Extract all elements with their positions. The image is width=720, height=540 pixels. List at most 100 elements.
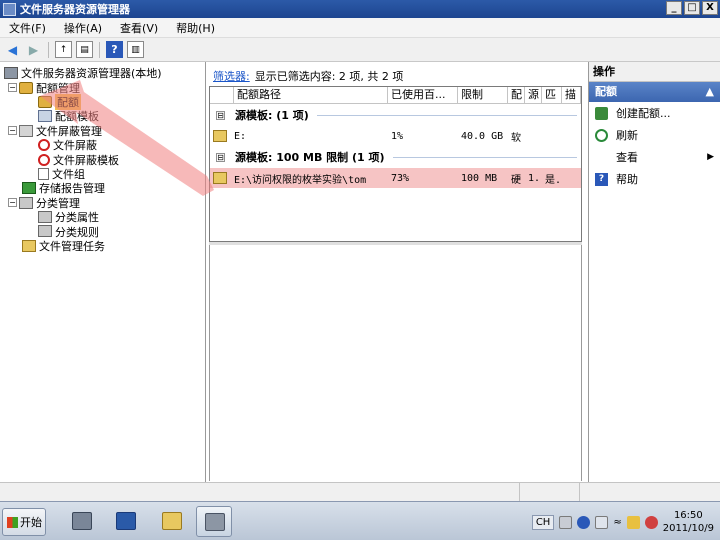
column-header-type[interactable]: 配 [508,87,525,103]
section-label: 配额 [595,85,617,98]
help-icon: ? [595,172,608,186]
tree-label: 文件管理任务 [39,239,105,253]
classification-property-icon [38,211,52,224]
status-bar [0,482,720,501]
close-button[interactable]: X [702,1,718,15]
filter-bar: 筛选器: 显示已筛选内容: 2 项, 共 2 项 [209,66,582,86]
tree-node-storage-reports[interactable]: 存储报告管理 [0,181,205,195]
server-icon [4,67,18,80]
table-row[interactable]: E: 1% 40.0 GB 软 [210,126,581,146]
taskbar-powershell[interactable] [108,506,144,537]
action-create-quota[interactable]: 创建配额... [589,102,720,124]
task-icon [22,239,36,252]
action-refresh[interactable]: 刷新 [589,124,720,146]
action-label: 查看 [616,151,638,164]
options-icon[interactable] [595,515,609,529]
cell-type: 硬 [511,174,521,186]
show-hide-action-pane-icon[interactable]: ▥ [127,41,144,58]
app-icon [3,2,16,16]
tree-node-classification-properties[interactable]: 分类属性 [0,210,205,224]
network-error-icon[interactable] [644,515,658,529]
menu-file[interactable]: 文件(F) [0,20,55,36]
tree-node-root[interactable]: 文件服务器资源管理器(本地) [0,66,205,80]
help-icon[interactable]: ? [106,41,123,58]
collapse-icon[interactable]: ⊟ [216,152,225,162]
quota-icon [38,95,52,108]
group-label: 源模板: 100 MB 限制 (1 项) [235,151,385,164]
tree-node-quota-templates[interactable]: 配额模板 [0,109,205,123]
tree-node-classification-rules[interactable]: 分类规则 [0,224,205,239]
collapse-icon[interactable]: ⊟ [216,110,225,120]
header-spacer [210,87,234,103]
tree-node-file-groups[interactable]: 文件组 [0,167,205,181]
tree-node-file-screen-templates[interactable]: 文件屏蔽模板 [0,152,205,167]
show-hide-tree-icon[interactable]: ▤ [76,41,93,58]
fsrm-icon [205,513,225,531]
tree-node-quotas[interactable]: 配额 [0,93,205,110]
column-header-match[interactable]: 匹 [542,87,562,103]
action-center-icon[interactable] [626,515,640,529]
start-button[interactable]: 开始 [2,508,46,536]
language-indicator[interactable]: CH [531,514,555,530]
column-header-used[interactable]: 已使用百... [388,87,458,103]
menu-bar: 文件(F) 操作(A) 查看(V) 帮助(H) [0,18,720,38]
server-manager-icon [72,512,92,530]
clock-date: 2011/10/9 [662,523,714,534]
back-arrow-icon[interactable]: ◀ [4,41,21,58]
show-hidden-icons-icon[interactable]: ≈ [613,517,621,528]
cell-match: 是. [545,174,562,186]
table-row-selected[interactable]: E:\访问权限的枚举实验\tom 73% 100 MB 硬 1.. 是. [210,168,581,188]
details-pane [209,245,582,481]
action-help[interactable]: ? 帮助 [589,168,720,190]
tree-node-file-management-tasks[interactable]: 文件管理任务 [0,239,205,253]
up-folder-icon[interactable]: ↑ [55,41,72,58]
forward-arrow-icon[interactable]: ▶ [25,41,42,58]
taskbar-server-manager[interactable] [64,506,100,537]
maximize-button[interactable]: □ [684,1,700,15]
system-tray: CH ≈ 16:50 2011/10/9 [531,506,720,538]
minimize-button[interactable]: _ [666,1,682,15]
menu-action[interactable]: 操作(A) [55,20,111,36]
filter-status: 显示已筛选内容: 2 项, 共 2 项 [254,70,404,83]
collapse-icon[interactable]: − [8,126,17,136]
tree-node-file-screens[interactable]: 文件屏蔽 [0,138,205,152]
menu-view[interactable]: 查看(V) [111,20,167,36]
action-view[interactable]: 查看 ▶ [589,146,720,168]
column-header-limit[interactable]: 限制 [458,87,508,103]
tree-node-quota-management[interactable]: − 配额管理 [0,80,205,95]
group-header[interactable]: ⊟ 源模板: (1 项) [210,104,581,126]
classification-icon [19,196,33,209]
menu-help[interactable]: 帮助(H) [167,20,224,36]
filter-link[interactable]: 筛选器: [213,68,250,84]
cell-limit: 100 MB [461,172,498,184]
taskbar-fsrm-active[interactable] [196,506,232,537]
clock[interactable]: 16:50 2011/10/9 [663,509,714,535]
create-quota-icon [595,106,608,120]
action-label: 刷新 [616,129,638,142]
collapse-icon[interactable]: − [8,83,17,93]
help-circle-icon[interactable] [577,515,591,529]
quota-template-icon [38,110,52,123]
submenu-arrow-icon: ▶ [707,152,714,162]
keyboard-icon[interactable] [559,515,573,529]
actions-header: 操作 [589,62,720,82]
column-header-description[interactable]: 描 [562,87,581,103]
column-header-path[interactable]: 配额路径 [234,87,388,103]
group-header[interactable]: ⊟ 源模板: 100 MB 限制 (1 项) [210,146,581,168]
tree-node-file-screening[interactable]: − 文件屏蔽管理 [0,124,205,138]
toolbar-separator [48,41,49,58]
column-header-source[interactable]: 源 [525,87,542,103]
file-group-icon [38,167,49,180]
refresh-icon [595,128,608,142]
status-panel [520,483,580,501]
collapse-icon[interactable]: − [8,198,17,208]
list-header: 配额路径 已使用百... 限制 配 源 匹 描 [210,87,581,104]
windows-logo-icon [7,516,18,528]
taskbar-explorer[interactable] [154,506,190,537]
actions-section-quotas[interactable]: 配额 ▲ [589,82,720,102]
quota-management-icon [19,81,33,94]
collapse-up-icon[interactable]: ▲ [706,82,714,102]
cell-used: 1% [391,130,404,142]
tree-node-classification[interactable]: − 分类管理 [0,196,205,210]
classification-rule-icon [38,225,52,238]
